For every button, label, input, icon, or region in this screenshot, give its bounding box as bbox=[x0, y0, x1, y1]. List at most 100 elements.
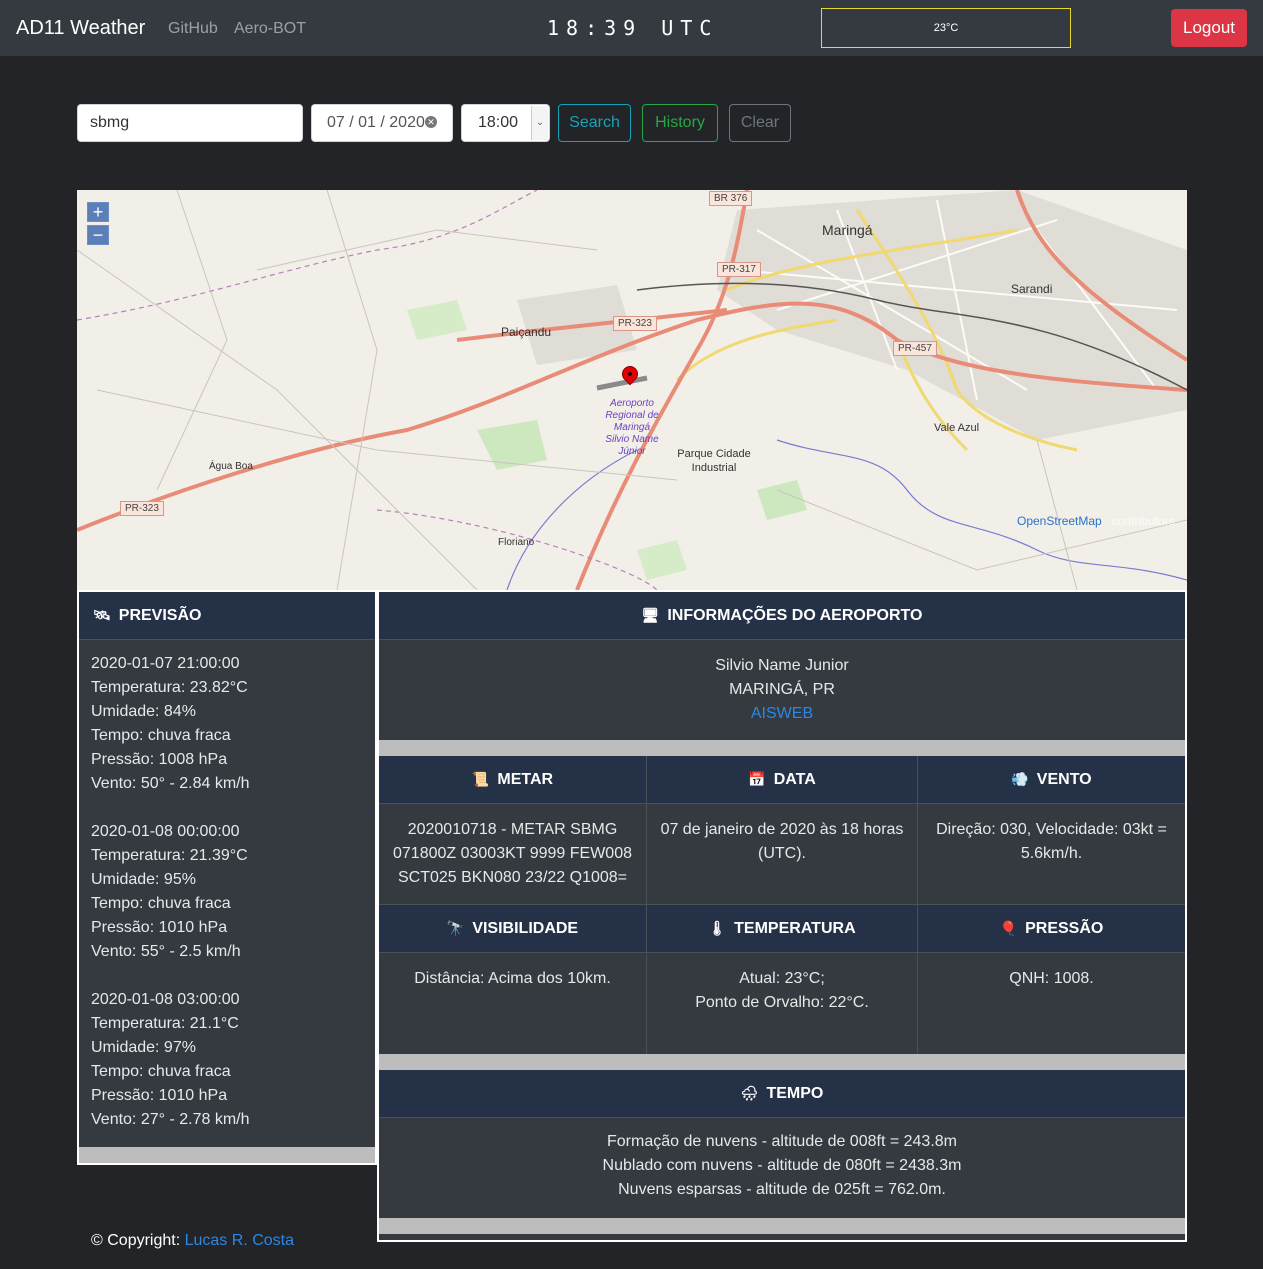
scroll-icon: 📜 bbox=[471, 771, 490, 787]
forecast-temperature: Temperatura: 23.82°C bbox=[91, 679, 248, 696]
visibilidade-title: VISIBILIDADE bbox=[472, 919, 579, 937]
thermometer-icon: 🌡 bbox=[708, 920, 727, 936]
forecast-weather: Tempo: chuva fraca bbox=[91, 895, 231, 912]
forecast-temperature: Temperatura: 21.39°C bbox=[91, 847, 248, 864]
data-header: 📅 DATA bbox=[647, 756, 917, 804]
temperatura-header: 🌡 TEMPERATURA bbox=[647, 905, 917, 953]
forecast-datetime: 2020-01-08 00:00:00 bbox=[91, 823, 240, 840]
navbar: AD11 Weather GitHub Aero-BOT 18:39 UTC 2… bbox=[0, 0, 1263, 56]
data-line: (UTC). bbox=[758, 845, 806, 862]
data-cell: 📅 DATA 07 de janeiro de 2020 às 18 horas… bbox=[647, 756, 918, 905]
forecast-wind: Vento: 27° - 2.78 km/h bbox=[91, 1111, 250, 1128]
airport-info-title: INFORMAÇÕES DO AEROPORTO bbox=[667, 606, 923, 624]
forecast-title: PREVISÃO bbox=[118, 606, 202, 624]
nav-link-github[interactable]: GitHub bbox=[168, 20, 218, 38]
zoom-out-button[interactable]: − bbox=[87, 225, 109, 245]
data-body: 07 de janeiro de 2020 às 18 horas (UTC). bbox=[647, 804, 917, 905]
openstreetmap-link[interactable]: OpenStreetMap bbox=[1017, 514, 1102, 528]
airport-info-panel: 🖥 INFORMAÇÕES DO AEROPORTO Silvio Name J… bbox=[377, 590, 1187, 1242]
temperatura-title: TEMPERATURA bbox=[734, 919, 856, 937]
wind-icon: 💨 bbox=[1011, 771, 1029, 787]
date-input[interactable]: 07 / 01 / 2020 ✕ bbox=[311, 104, 453, 142]
road-label-br376: BR 376 bbox=[709, 191, 753, 206]
vento-cell: 💨 VENTO Direção: 030, Velocidade: 03kt =… bbox=[918, 756, 1185, 905]
history-button[interactable]: History bbox=[642, 104, 718, 142]
forecast-pressure: Pressão: 1010 hPa bbox=[91, 1087, 228, 1104]
forecast-entry: 2020-01-07 21:00:00 Temperatura: 23.82°C… bbox=[91, 652, 363, 796]
zoom-in-button[interactable]: + bbox=[87, 202, 109, 222]
vento-line: 5.6km/h. bbox=[1020, 845, 1083, 862]
forecast-pressure: Pressão: 1008 hPa bbox=[91, 751, 228, 768]
monitor-icon: 🖥 bbox=[641, 607, 660, 623]
map[interactable]: + − Maringá Sarandi Paiçandu Vale Azul P… bbox=[77, 190, 1187, 590]
forecast-wind: Vento: 50° - 2.84 km/h bbox=[91, 775, 250, 792]
nav-link-aero-bot[interactable]: Aero-BOT bbox=[234, 20, 306, 38]
info-row-1: 📜 METAR 2020010718 - METAR SBMG 071800Z … bbox=[379, 756, 1185, 905]
metar-body: 2020010718 - METAR SBMG 071800Z 03003KT … bbox=[379, 804, 646, 905]
airport-details: Silvio Name Junior MARINGÁ, PR AISWEB bbox=[379, 640, 1185, 740]
tempo-title: TEMPO bbox=[766, 1084, 824, 1102]
map-label-sarandi: Sarandi bbox=[1011, 282, 1053, 296]
temperatura-body: Atual: 23°C; Ponto de Orvalho: 22°C. bbox=[647, 953, 917, 1054]
metar-line: 2020010718 - METAR SBMG bbox=[407, 821, 618, 838]
aisweb-link[interactable]: AISWEB bbox=[379, 702, 1185, 726]
forecast-humidity: Umidade: 84% bbox=[91, 703, 196, 720]
temperatura-line: Ponto de Orvalho: 22°C. bbox=[695, 994, 869, 1011]
vento-title: VENTO bbox=[1036, 770, 1092, 788]
data-title: DATA bbox=[773, 770, 816, 788]
tempo-header: 🌧 TEMPO bbox=[379, 1070, 1185, 1118]
attribution-suffix: contributors bbox=[1112, 514, 1175, 528]
visibilidade-line: Distância: Acima dos 10km. bbox=[414, 970, 611, 987]
map-label-parque-cidade-industrial: Parque Cidade Industrial bbox=[677, 448, 751, 474]
tempo-line: Formação de nuvens - altitude de 008ft =… bbox=[607, 1133, 957, 1150]
footer: © Copyright: Lucas R. Costa bbox=[91, 1232, 294, 1250]
forecast-humidity: Umidade: 97% bbox=[91, 1039, 196, 1056]
chevron-down-icon[interactable]: ⌄ bbox=[531, 106, 548, 140]
clear-button[interactable]: Clear bbox=[729, 104, 791, 142]
vento-body: Direção: 030, Velocidade: 03kt = 5.6km/h… bbox=[918, 804, 1185, 905]
pressao-line: QNH: 1008. bbox=[1009, 970, 1094, 987]
search-button[interactable]: Search bbox=[558, 104, 631, 142]
airport-input[interactable]: sbmg bbox=[77, 104, 303, 142]
visibilidade-header: 🔭 VISIBILIDADE bbox=[379, 905, 646, 953]
map-label-paicandu: Paiçandu bbox=[501, 325, 552, 339]
metar-line: SCT025 BKN080 23/22 Q1008= bbox=[397, 869, 628, 886]
vento-line: Direção: 030, Velocidade: 03kt = bbox=[936, 821, 1167, 838]
forecast-header: 🛰 PREVISÃO bbox=[79, 592, 375, 640]
road-label-pr457: PR-457 bbox=[893, 341, 937, 356]
map-tiles bbox=[77, 190, 1187, 590]
map-label-maringa: Maringá bbox=[822, 222, 873, 238]
map-label-airport: Aeroporto Regional de Maringá Silvio Nam… bbox=[605, 398, 659, 457]
time-value: 18:00 bbox=[478, 114, 519, 131]
forecast-datetime: 2020-01-08 03:00:00 bbox=[91, 991, 240, 1008]
road-label-pr317: PR-317 bbox=[717, 262, 761, 277]
pressao-title: PRESSÃO bbox=[1025, 919, 1104, 937]
metar-cell: 📜 METAR 2020010718 - METAR SBMG 071800Z … bbox=[379, 756, 647, 905]
brand[interactable]: AD11 Weather bbox=[16, 17, 145, 40]
forecast-list: 2020-01-07 21:00:00 Temperatura: 23.82°C… bbox=[79, 640, 375, 1132]
pressao-header: 🎈 PRESSÃO bbox=[918, 905, 1185, 953]
forecast-entry: 2020-01-08 03:00:00 Temperatura: 21.1°C … bbox=[91, 988, 363, 1132]
author-link[interactable]: Lucas R. Costa bbox=[185, 1232, 294, 1249]
visibilidade-body: Distância: Acima dos 10km. bbox=[379, 953, 646, 1054]
separator bbox=[379, 1054, 1185, 1070]
temperatura-line: Atual: 23°C; bbox=[739, 970, 825, 987]
separator bbox=[379, 740, 1185, 756]
logout-button[interactable]: Logout bbox=[1171, 9, 1247, 47]
pressao-body: QNH: 1008. bbox=[918, 953, 1185, 1054]
metar-title: METAR bbox=[497, 770, 554, 788]
separator bbox=[379, 1218, 1185, 1234]
forecast-pressure: Pressão: 1010 hPa bbox=[91, 919, 228, 936]
pressao-cell: 🎈 PRESSÃO QNH: 1008. bbox=[918, 905, 1185, 1054]
clear-date-icon[interactable]: ✕ bbox=[425, 116, 437, 128]
current-temperature: 23°C bbox=[821, 8, 1071, 48]
map-label-agua-boa: Água Boa bbox=[209, 461, 253, 472]
airport-info-header: 🖥 INFORMAÇÕES DO AEROPORTO bbox=[379, 592, 1185, 640]
map-label-floriano: Floriano bbox=[498, 537, 535, 548]
time-select[interactable]: 18:00 ⌄ bbox=[461, 104, 550, 142]
airport-name: Silvio Name Junior bbox=[715, 657, 849, 674]
forecast-weather: Tempo: chuva fraca bbox=[91, 727, 231, 744]
metar-header: 📜 METAR bbox=[379, 756, 646, 804]
copyright-text: © Copyright: bbox=[91, 1232, 185, 1249]
info-row-2: 🔭 VISIBILIDADE Distância: Acima dos 10km… bbox=[379, 905, 1185, 1054]
